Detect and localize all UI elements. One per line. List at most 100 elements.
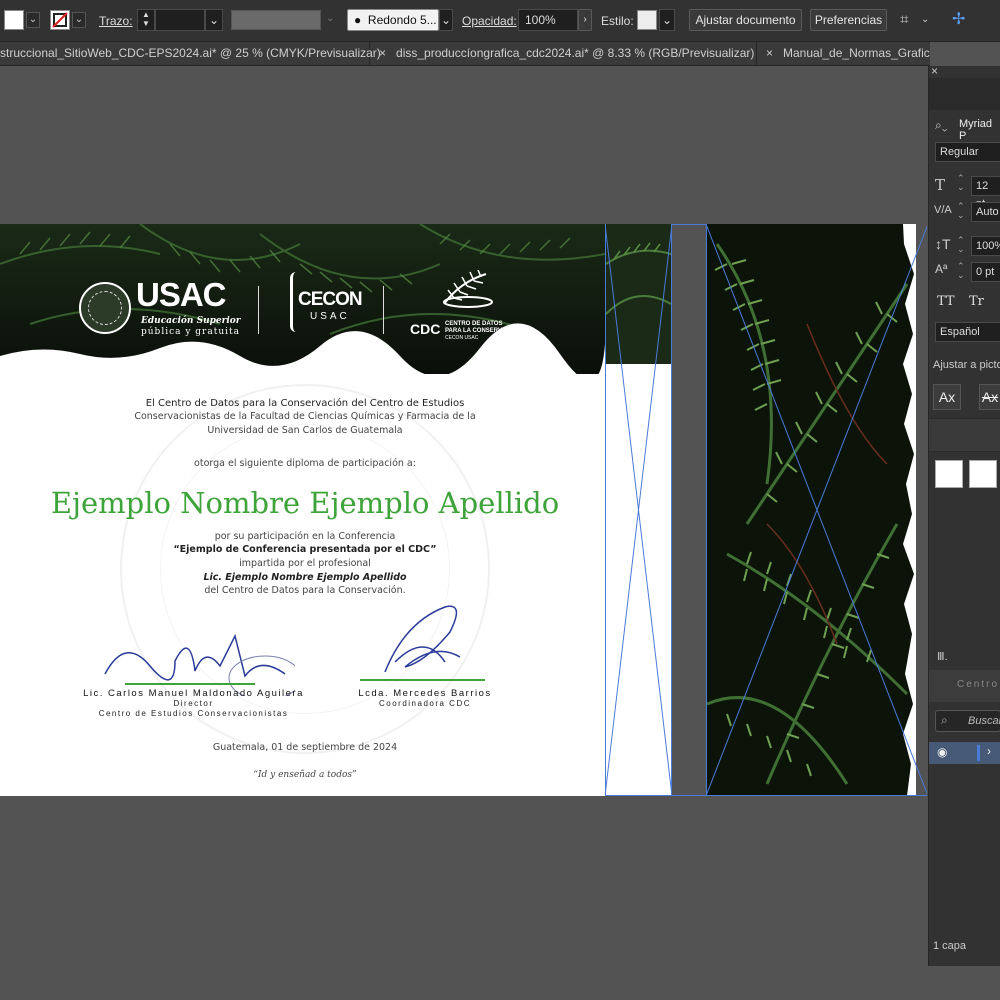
cdc-subtitle-1: CENTRO DE DATOS (445, 321, 503, 327)
opacity-input[interactable]: 100% (518, 9, 578, 31)
cecon-wordmark: CECON (298, 289, 363, 310)
puppet-warp-icon[interactable]: ✢ (952, 9, 972, 31)
search-icon[interactable]: ⌕⌄ (935, 118, 947, 133)
recipient-name: Ejemplo Nombre Ejemplo Apellido (50, 486, 560, 520)
stepper-icon[interactable]: ⌃ ⌄ (957, 202, 965, 220)
stroke-swatch-none[interactable] (50, 10, 70, 30)
leading-field[interactable]: Auto (971, 202, 1000, 222)
cdc-subtitle-2: PARA LA CONSERVACIÓN (445, 328, 521, 334)
close-icon[interactable]: × (766, 46, 773, 60)
small-caps-icon[interactable]: Tr (969, 294, 984, 309)
opacity-stepper[interactable]: › (578, 9, 592, 31)
artboard-canvas[interactable]: USAC Educación Superior pública y gratui… (0, 224, 927, 796)
signer-1-name: Lic. Carlos Manuel Maldonado Aguilera (83, 688, 304, 699)
chevron-right-icon[interactable]: › (987, 744, 991, 758)
document-tabs: struccional_SitioWeb_CDC-EPS2024.ai* @ 2… (0, 42, 930, 66)
font-style-field[interactable]: Regular (935, 142, 1000, 162)
style-dropdown[interactable]: ⌄ (659, 9, 675, 31)
intro-line-2: Conservacionistas de la Facultad de Cien… (134, 411, 476, 422)
language-field[interactable]: Español (935, 322, 1000, 342)
cdc-subtitle-3: CECON USAC (445, 335, 479, 341)
fit-label: Ajustar a picto (933, 359, 1000, 371)
divider (258, 286, 259, 334)
center-tab[interactable]: Centro (929, 670, 1000, 702)
stepper-icon[interactable]: ⌃ ⌄ (957, 262, 965, 280)
fern-header-image: USAC Educación Superior pública y gratui… (0, 224, 605, 374)
brush-label: Redondo 5... (367, 13, 437, 27)
signature-2 (360, 605, 485, 681)
usac-seal-logo (79, 282, 131, 334)
photo-frame-cross (706, 224, 927, 796)
libraries-icon[interactable]: Ⅲ. (937, 650, 948, 663)
adjust-document-button[interactable]: Ajustar documento (689, 9, 802, 31)
preferences-button[interactable]: Preferencias (810, 9, 887, 31)
close-icon[interactable]: × (931, 64, 938, 78)
tab-document-3[interactable]: ×Manual_de_Normas_Graficas_CDC-EPS202 (758, 42, 930, 65)
control-bar: ⌄ ⌄ Trazo: ▲ ▼ ⌄ ⌄ ● Redondo 5... ⌄ Opaci… (0, 0, 1000, 42)
signer-1-org: Centro de Estudios Conservacionistas (98, 709, 289, 718)
font-family-field[interactable]: Myriad P (959, 118, 1000, 142)
style-label: Estilo: (601, 14, 634, 28)
photo-frame-border (672, 795, 927, 796)
tab-document-2[interactable]: × diss_produccíongrafica_cdc2024.ai* @ 8.… (371, 42, 757, 65)
layer-row[interactable]: ◉ › (929, 742, 1000, 764)
stepper-icon[interactable]: ⌃ ⌄ (957, 174, 965, 192)
body-line-2: “Ejemplo de Conferencia presentada por e… (173, 544, 437, 555)
layer-color-bar (977, 745, 980, 761)
fill-stroke-widget[interactable] (935, 460, 963, 488)
scale-field[interactable]: 100% (971, 236, 1000, 256)
body-line-5: del Centro de Datos para la Conservación… (204, 585, 406, 596)
vertical-scale-icon: ↕T (935, 236, 951, 252)
tracking-field[interactable]: 0 pt (971, 262, 1000, 282)
search-icon: ⌕ (941, 713, 948, 727)
stroke-label: Trazo: (99, 14, 133, 28)
glyph-fit-button[interactable]: Ax (933, 384, 961, 410)
stroke-weight-dropdown[interactable]: ⌄ (205, 9, 223, 31)
cdc-fern-icon (440, 269, 496, 308)
layers-search[interactable]: ⌕ Buscar (935, 710, 1000, 732)
graphic-style-swatch[interactable] (637, 10, 657, 30)
stroke-weight-stepper[interactable]: ▲ ▼ (137, 9, 155, 31)
stepper-icon[interactable]: ⌃ ⌄ (957, 236, 965, 254)
align-grid-icon[interactable]: ⌗ (900, 11, 908, 28)
panel-divider (929, 418, 1000, 452)
glyph-bounds-icon: Ax (938, 389, 956, 405)
close-icon[interactable]: × (379, 46, 386, 60)
signer-1-role: Director (173, 699, 214, 708)
stroke-swatch[interactable] (969, 460, 997, 488)
usac-wordmark: USAC (136, 276, 227, 313)
font-size-icon: T (935, 176, 946, 194)
signer-2-role: Coordinadora CDC (378, 699, 472, 708)
chevron-down-icon[interactable]: ⌄ (921, 14, 929, 25)
layer-count: 1 capa (933, 940, 967, 952)
chevron-down-icon[interactable]: ⌄ (26, 12, 40, 28)
dot-icon: ● (354, 13, 362, 27)
signature-1 (104, 633, 295, 696)
cdc-wordmark: CDC (410, 321, 441, 337)
tab-document-1[interactable]: struccional_SitioWeb_CDC-EPS2024.ai* @ 2… (0, 42, 381, 65)
font-size-field[interactable]: 12 pt (971, 176, 1000, 210)
variable-width-profile[interactable] (231, 10, 321, 30)
brush-dropdown-arrow[interactable]: ⌄ (439, 9, 453, 31)
fill-swatch[interactable] (4, 10, 24, 30)
stroke-weight-input[interactable] (155, 9, 205, 31)
glyph-fit-button-2[interactable]: Ax (979, 384, 1000, 410)
chevron-down-icon[interactable]: ⌄ (326, 13, 334, 24)
certificate-page[interactable]: USAC Educación Superior pública y gratui… (0, 224, 605, 796)
issue-date: Guatemala, 01 de septiembre de 2024 (212, 742, 398, 753)
body-line-1: por su participación en la Conferencia (214, 531, 396, 542)
eye-icon[interactable]: ◉ (937, 745, 947, 759)
chevron-down-icon[interactable]: ⌄ (72, 12, 86, 28)
intro-line-1: El Centro de Datos para la Conservación … (145, 398, 465, 409)
baseline-shift-icon: Aª (935, 262, 948, 276)
all-caps-icon[interactable]: TT (937, 294, 955, 309)
glyph-strike-icon: Ax (981, 389, 999, 405)
body-line-4: Lic. Ejemplo Nombre Ejemplo Apellido (203, 572, 407, 583)
grants-line: otorga el siguiente diploma de participa… (194, 458, 416, 469)
divider (383, 286, 384, 334)
empty-frame-cross (605, 224, 672, 796)
usac-tagline-2: pública y gratuita (141, 327, 240, 337)
cecon-subtitle: USAC (310, 311, 350, 322)
brush-definition-dropdown[interactable]: ● Redondo 5... (347, 9, 439, 31)
intro-line-3: Universidad de San Carlos de Guatemala (207, 425, 403, 436)
